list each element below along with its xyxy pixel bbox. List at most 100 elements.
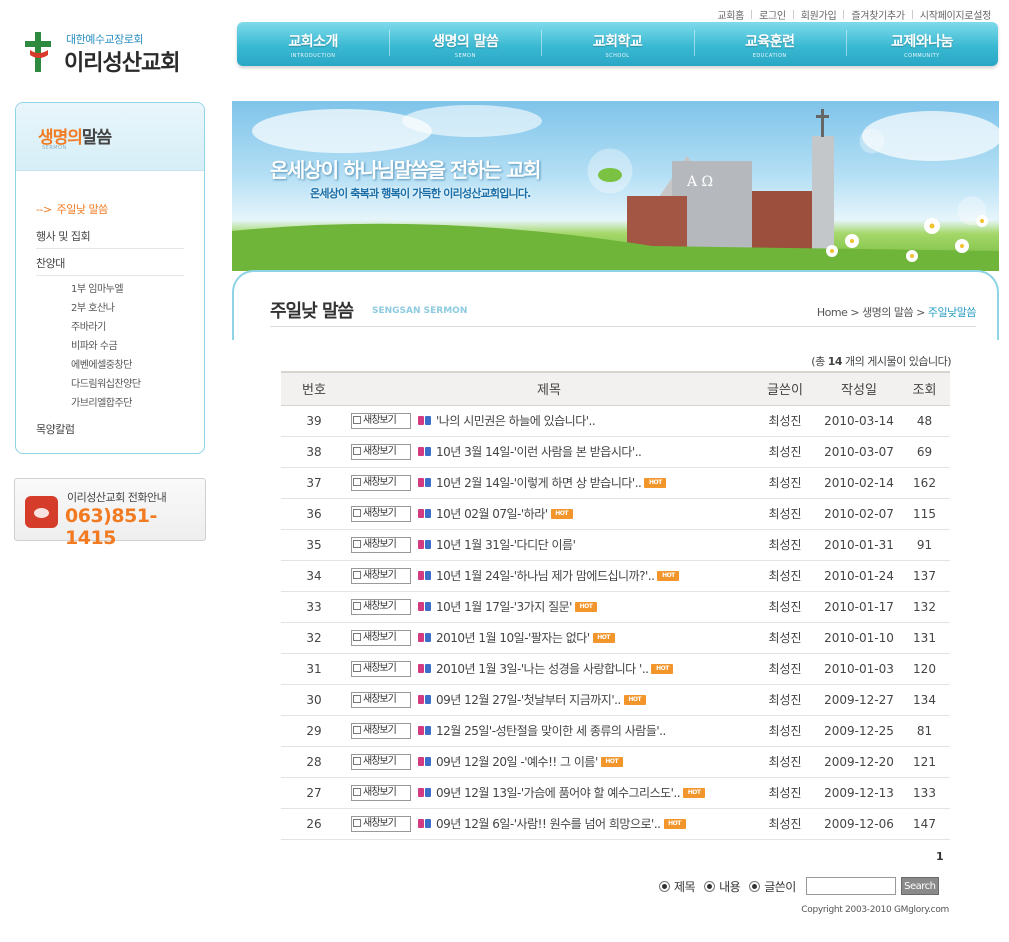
new-window-button[interactable]: 새창보기 — [351, 691, 411, 708]
sidebar-item-events[interactable]: 행사 및 집회 — [36, 222, 184, 249]
nav-item-introduction[interactable]: 교회소개 INTRODUCTION — [237, 22, 389, 66]
post-title-cell: 새창보기 '나의 시민권은 하늘에 있습니다'.. — [347, 405, 751, 437]
table-row[interactable]: 38 새창보기 10년 3월 14일-'이런 사람을 본 받읍시다'.. 최성진 201… — [281, 436, 950, 468]
hot-badge: HOT — [623, 694, 646, 705]
sidebar-subitem[interactable]: 2부 호산나 — [36, 299, 184, 318]
search-option-title-radio[interactable] — [659, 880, 670, 892]
top-link-join[interactable]: 회원가입 — [794, 7, 844, 22]
new-window-button[interactable]: 새창보기 — [351, 722, 411, 739]
new-window-button[interactable]: 새창보기 — [351, 412, 411, 429]
sidebar-subitem[interactable]: 다드림워십찬양단 — [36, 375, 184, 394]
post-number: 36 — [281, 498, 347, 530]
search-option-content-radio[interactable] — [704, 880, 716, 892]
table-row[interactable]: 36 새창보기 10년 02월 07일-'하라' HOT 최성진 2010-02-07 11… — [281, 498, 950, 530]
post-title-link[interactable]: 10년 1월 31일-'다디단 이름' — [436, 538, 576, 552]
post-author: 최성진 — [751, 715, 819, 747]
hot-badge: HOT — [657, 570, 680, 581]
nav-label: 교육훈련 — [744, 34, 795, 50]
hot-badge: HOT — [644, 477, 667, 488]
post-count-suffix: 개의 게시물이 있습니다) — [842, 355, 951, 368]
post-title-cell: 새창보기 09년 12월 6일-'사람!! 원수를 넘어 희망으로'.. HOT — [347, 808, 751, 840]
table-row[interactable]: 39 새창보기 '나의 시민권은 하늘에 있습니다'.. 최성진 2010-03-14 4… — [281, 405, 950, 437]
top-link-set-homepage[interactable]: 시작페이지로설정 — [913, 7, 998, 22]
table-row[interactable]: 28 새창보기 09년 12월 20일 -'예수!! 그 이름' HOT 최성진 2009… — [281, 746, 950, 778]
sidebar-item-choir[interactable]: 찬양대 — [36, 249, 184, 276]
sidebar-subitem[interactable]: 비파와 수금 — [36, 337, 184, 356]
nav-item-sermon[interactable]: 생명의 말씀 SEMON — [389, 22, 541, 66]
table-row[interactable]: 29 새창보기 12월 25일'-성탄절을 맞이한 세 종류의 사람들'.. 최성진 2… — [281, 715, 950, 747]
post-title-link[interactable]: 12월 25일'-성탄절을 맞이한 세 종류의 사람들'.. — [436, 724, 666, 738]
table-row[interactable]: 31 새창보기 2010년 1월 3일-'나는 성경을 사랑합니다 '.. HOT 최성… — [281, 653, 950, 685]
new-window-button[interactable]: 새창보기 — [351, 815, 411, 832]
top-link-church-home[interactable]: 교회홈 — [710, 7, 751, 22]
post-title-link[interactable]: 09년 12월 6일-'사람!! 원수를 넘어 희망으로'.. — [436, 817, 661, 831]
post-title-link[interactable]: 10년 2월 14일-'이렇게 하면 상 받습니다'.. — [436, 476, 642, 490]
search-option-label: 글쓴이 — [764, 879, 796, 894]
new-window-button[interactable]: 새창보기 — [351, 567, 411, 584]
search-option-author-radio[interactable] — [749, 880, 761, 892]
book-icon — [418, 632, 432, 643]
post-title-link[interactable]: 09년 12월 27일-'첫날부터 지금까지'.. — [436, 693, 621, 707]
new-window-label: 새창보기 — [363, 569, 397, 581]
table-row[interactable]: 34 새창보기 10년 1월 24일-'하나님 제가 맘에드십니까?'.. HOT 최성… — [281, 560, 950, 592]
post-title-link[interactable]: 2010년 1월 10일-'팔자는 없다' — [436, 631, 590, 645]
table-row[interactable]: 32 새창보기 2010년 1월 10일-'팔자는 없다' HOT 최성진 2010-01… — [281, 622, 950, 654]
table-row[interactable]: 35 새창보기 10년 1월 31일-'다디단 이름' 최성진 2010-01-31 91 — [281, 529, 950, 561]
nav-item-education[interactable]: 교육훈련 EDUCATION — [693, 22, 846, 66]
church-logo[interactable]: 대한예수교장로회 이리성산교회 — [22, 28, 192, 78]
new-window-button[interactable]: 새창보기 — [351, 598, 411, 615]
new-window-button[interactable]: 새창보기 — [351, 443, 411, 460]
post-title-link[interactable]: '나의 시민권은 하늘에 있습니다'.. — [436, 414, 596, 428]
breadcrumb-current: 주일낮말씀 — [927, 306, 977, 319]
window-icon — [353, 415, 361, 424]
sidebar-subitem[interactable]: 주바라기 — [36, 318, 184, 337]
post-title-link[interactable]: 10년 1월 24일-'하나님 제가 맘에드십니까?'.. — [436, 569, 655, 583]
new-window-label: 새창보기 — [363, 755, 397, 767]
search-input[interactable] — [805, 877, 896, 895]
post-number: 31 — [281, 653, 347, 685]
new-window-button[interactable]: 새창보기 — [351, 536, 411, 553]
post-title-link[interactable]: 10년 02월 07일-'하라' — [436, 507, 548, 521]
new-window-button[interactable]: 새창보기 — [351, 505, 411, 522]
page-title: 주일낮 말씀 — [270, 301, 354, 322]
new-window-button[interactable]: 새창보기 — [351, 784, 411, 801]
telephone-icon — [25, 496, 58, 528]
sidebar-subitem[interactable]: 에벤에셀중창단 — [36, 356, 184, 375]
breadcrumb-parent[interactable]: 생명의 말씀 — [862, 306, 914, 319]
new-window-button[interactable]: 새창보기 — [351, 629, 411, 646]
new-window-button[interactable]: 새창보기 — [351, 474, 411, 491]
new-window-button[interactable]: 새창보기 — [351, 660, 411, 677]
breadcrumb-home[interactable]: Home — [817, 306, 848, 319]
nav-item-community[interactable]: 교제와나눔 COMMUNITY — [845, 22, 998, 66]
post-views: 133 — [899, 777, 950, 809]
post-title-link[interactable]: 10년 3월 14일-'이런 사람을 본 받읍시다'.. — [436, 445, 642, 459]
book-icon — [418, 477, 432, 488]
post-views: 121 — [899, 746, 950, 778]
sidebar-subitem[interactable]: 1부 임마누엘 — [36, 280, 184, 299]
banner-slogan: 온세상이 하나님말씀을 전하는 교회 — [270, 158, 541, 182]
table-row[interactable]: 27 새창보기 09년 12월 13일-'가슴에 품어야 할 예수그리스도'.. HO… — [281, 777, 950, 809]
table-row[interactable]: 26 새창보기 09년 12월 6일-'사람!! 원수를 넘어 희망으로'.. HOT… — [281, 808, 950, 840]
nav-item-school[interactable]: 교회학교 SCHOOL — [541, 22, 693, 66]
search-button[interactable]: Search — [900, 877, 939, 895]
table-row[interactable]: 30 새창보기 09년 12월 27일-'첫날부터 지금까지'.. HOT 최성진 200… — [281, 684, 950, 716]
post-author: 최성진 — [751, 529, 819, 561]
top-link-bookmark[interactable]: 즐겨찾기추가 — [844, 7, 911, 22]
post-author: 최성진 — [751, 436, 819, 468]
table-row[interactable]: 33 새창보기 10년 1월 17일-'3가지 질문' HOT 최성진 2010-01-1… — [281, 591, 950, 623]
page-number-current[interactable]: 1 — [936, 850, 944, 863]
window-icon — [353, 446, 361, 455]
new-window-button[interactable]: 새창보기 — [351, 753, 411, 770]
table-row[interactable]: 37 새창보기 10년 2월 14일-'이렇게 하면 상 받습니다'.. HOT 최성진… — [281, 467, 950, 499]
divider — [270, 326, 976, 327]
top-link-login[interactable]: 로그인 — [752, 7, 793, 22]
sidebar-subitem[interactable]: 가브리엘합주단 — [36, 394, 184, 413]
post-title-link[interactable]: 2010년 1월 3일-'나는 성경을 사랑합니다 '.. — [436, 662, 649, 676]
post-title-link[interactable]: 09년 12월 13일-'가슴에 품어야 할 예수그리스도'.. — [436, 786, 681, 800]
post-title-link[interactable]: 10년 1월 17일-'3가지 질문' — [436, 600, 572, 614]
sidebar-item-sunday-sermon[interactable]: --> 주일낮 말씀 — [36, 195, 184, 222]
book-icon — [418, 570, 432, 581]
new-window-label: 새창보기 — [363, 786, 397, 798]
post-title-link[interactable]: 09년 12월 20일 -'예수!! 그 이름' — [436, 755, 598, 769]
sidebar-item-pastoral-column[interactable]: 목양칼럼 — [36, 415, 184, 442]
